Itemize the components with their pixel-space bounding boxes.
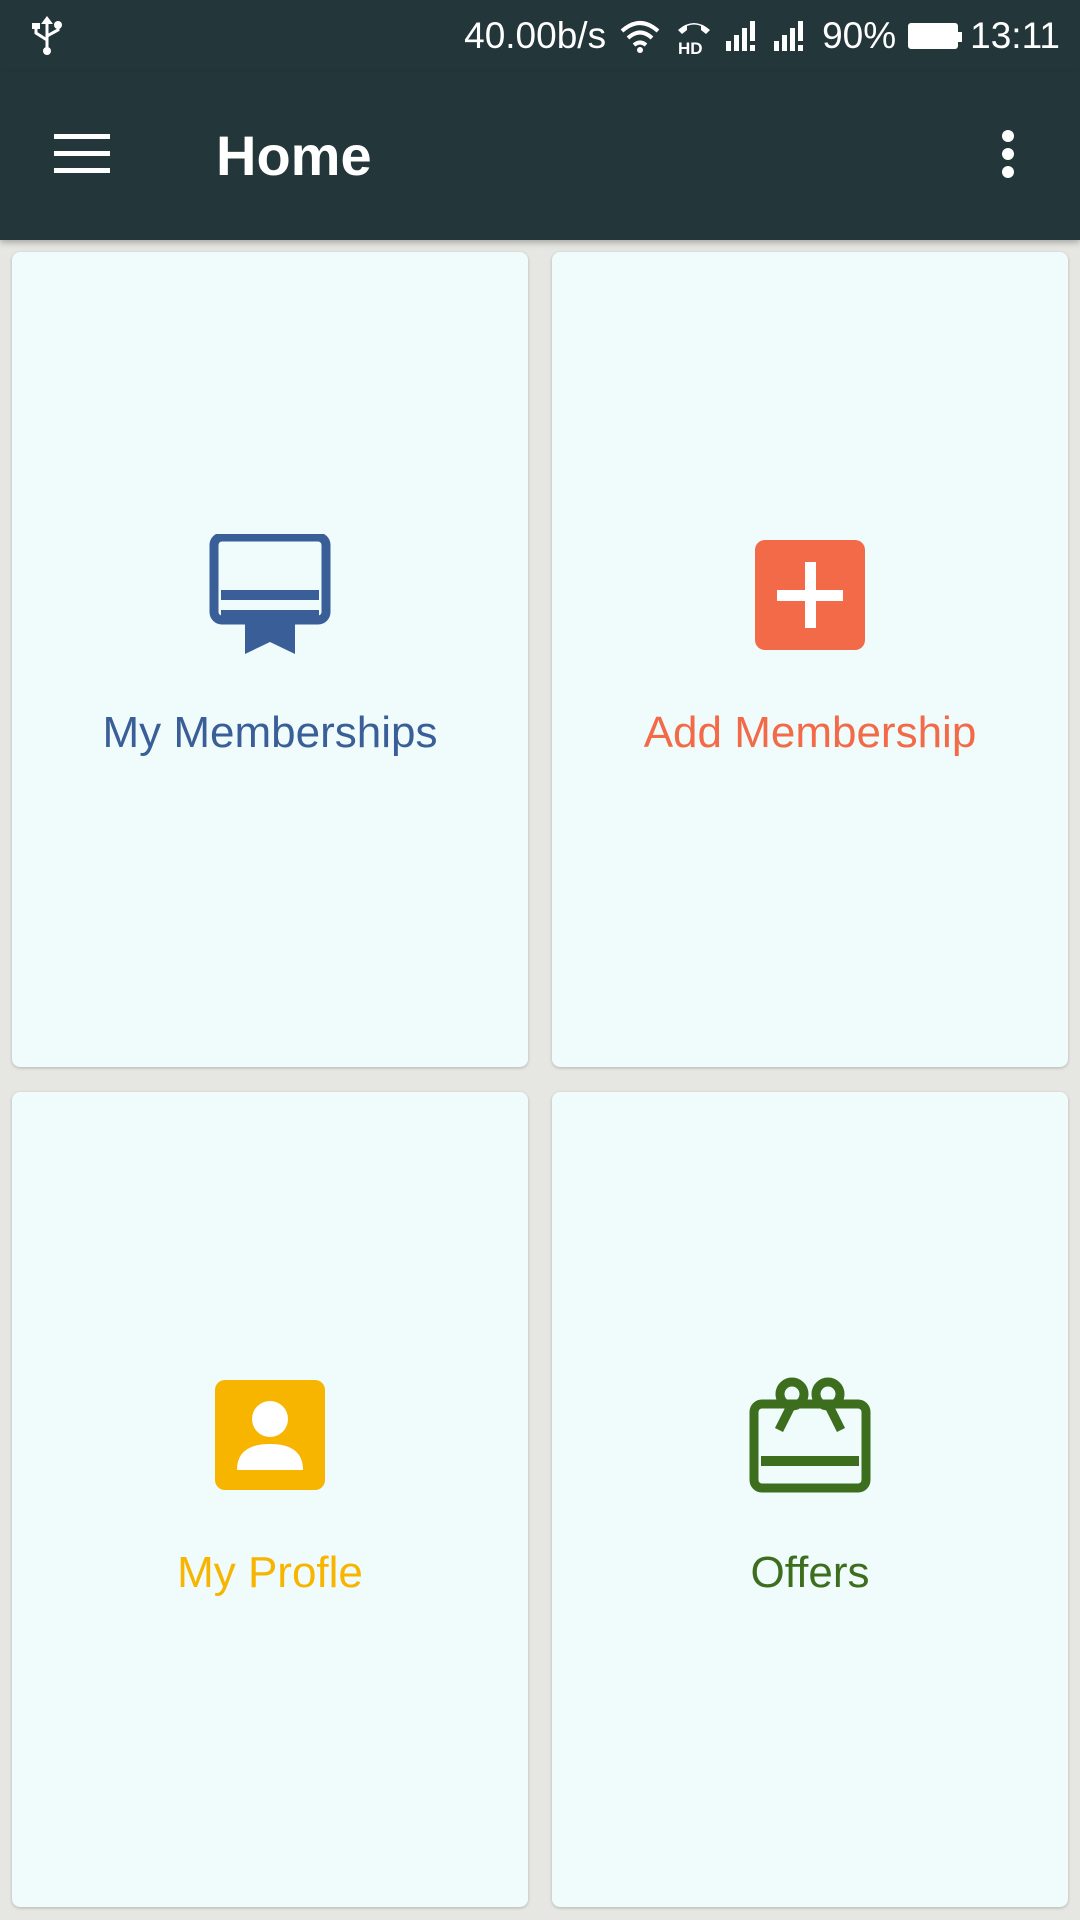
hd-label: HD [678,39,703,56]
add-membership-label: Add Membership [643,708,977,757]
membership-card-icon [209,532,331,661]
clock: 13:11 [970,15,1060,56]
status-bar: 40.00b/s HD 90% 13:11 [0,0,1080,72]
offers-tile[interactable]: Offers [552,1092,1068,1907]
account-box-icon [209,1374,331,1501]
battery-icon [908,23,963,49]
signal-1-icon [726,19,762,53]
my-memberships-tile[interactable]: My Memberships [12,252,528,1067]
gift-card-icon [749,1374,871,1501]
network-speed: 40.00b/s [464,15,607,56]
my-profile-tile[interactable]: My Profle [12,1092,528,1907]
add-box-icon [749,534,871,661]
offers-label: Offers [750,1548,870,1597]
wifi-icon [618,19,662,53]
add-membership-tile[interactable]: Add Membership [552,252,1068,1067]
menu-button[interactable] [40,114,124,198]
usb-icon [30,16,64,61]
overflow-menu-button[interactable] [966,114,1050,198]
my-profile-label: My Profle [177,1548,363,1597]
signal-2-icon [774,19,810,53]
my-memberships-label: My Memberships [102,708,438,757]
hamburger-menu-icon [54,133,110,179]
more-vert-icon [1001,129,1015,184]
app-bar: Home [0,72,1080,240]
hd-call-icon: HD [674,16,714,56]
battery-percent: 90% [822,15,897,56]
page-title: Home [216,124,372,187]
